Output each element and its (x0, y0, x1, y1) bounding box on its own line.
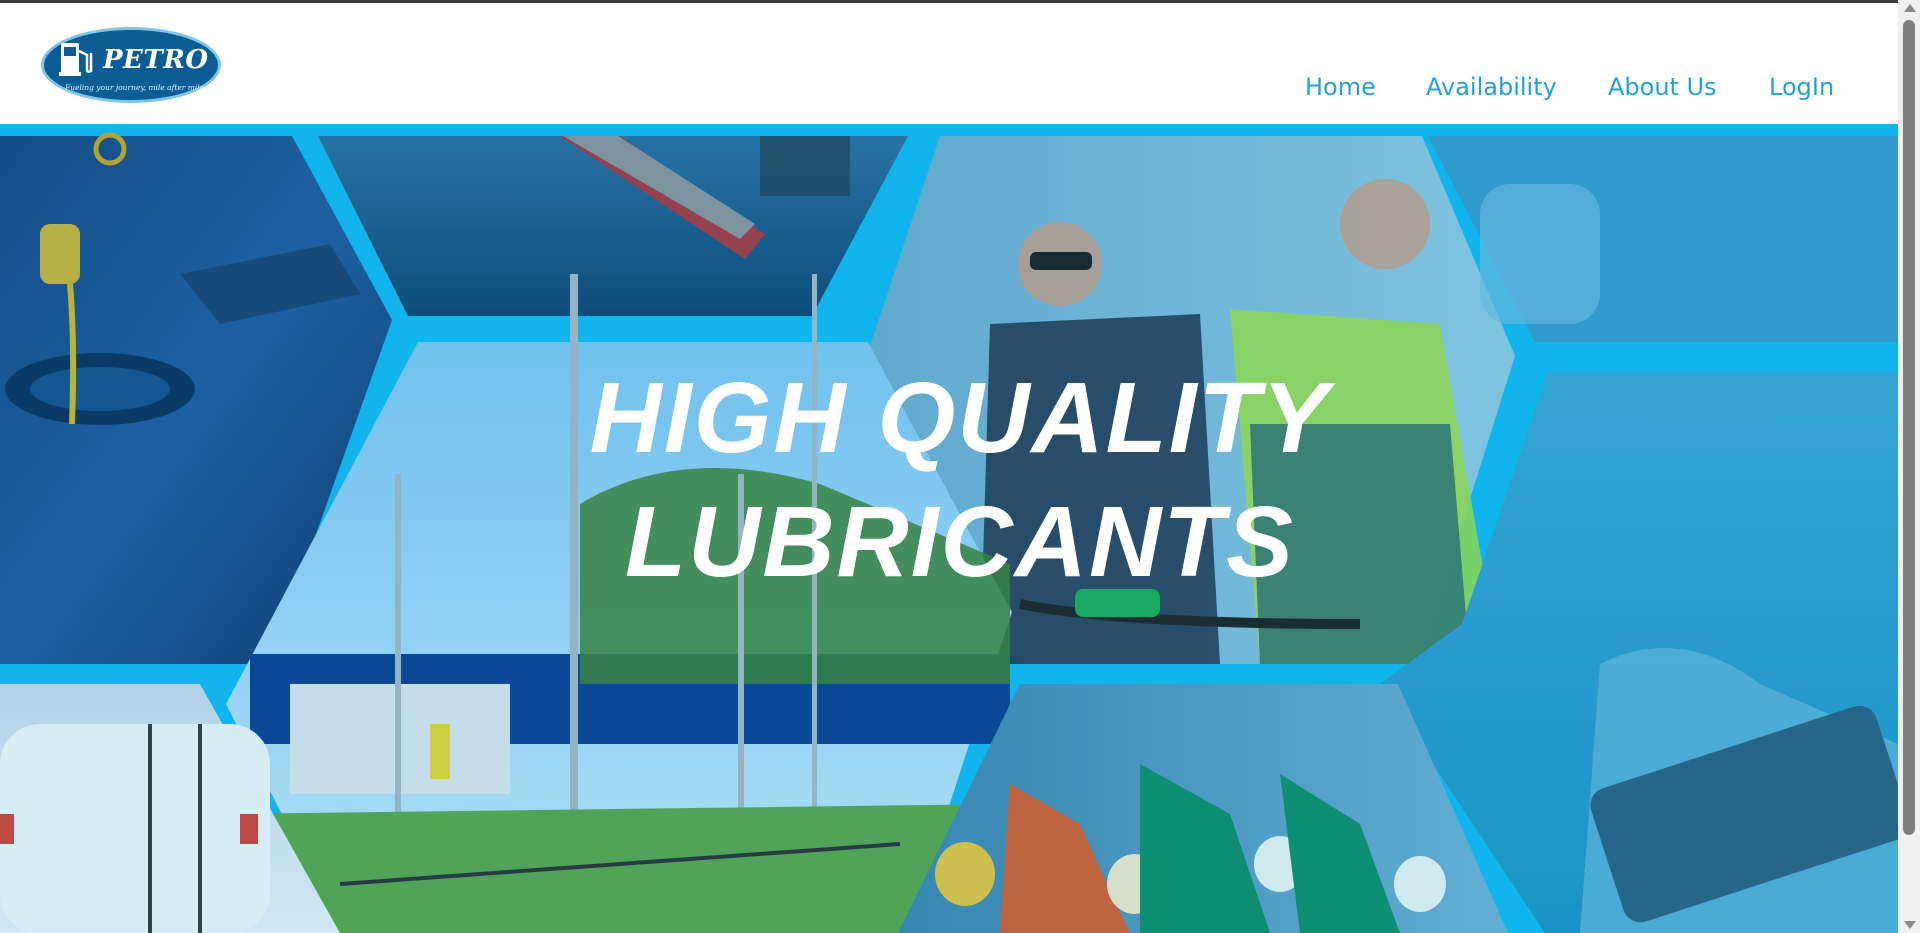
chevron-down-icon[interactable] (1904, 921, 1916, 929)
nav-about-us[interactable]: About Us (1608, 73, 1717, 101)
fuel-pump-icon (59, 43, 93, 76)
chevron-up-icon[interactable] (1904, 4, 1916, 12)
nav-availability[interactable]: Availability (1426, 73, 1557, 101)
nav-home[interactable]: Home (1305, 73, 1376, 101)
hero-banner: HIGH QUALITY LUBRICANTS (0, 124, 1898, 933)
scrollbar-thumb[interactable] (1903, 20, 1915, 835)
brand-name: PETRO (103, 45, 209, 75)
brand-tagline: Fueling your journey, mile after mile (65, 83, 205, 92)
hero-headline-line-1: HIGH QUALITY (589, 362, 1331, 474)
brand-logo[interactable]: PETRO Fueling your journey, mile after m… (41, 27, 221, 103)
page-scrollbar[interactable] (1898, 0, 1920, 933)
site-header: PETRO Fueling your journey, mile after m… (0, 3, 1898, 124)
nav-login[interactable]: LogIn (1769, 73, 1834, 101)
hero-headline-line-2: LUBRICANTS (625, 486, 1295, 598)
hero-headline: HIGH QUALITY LUBRICANTS (420, 356, 1500, 604)
